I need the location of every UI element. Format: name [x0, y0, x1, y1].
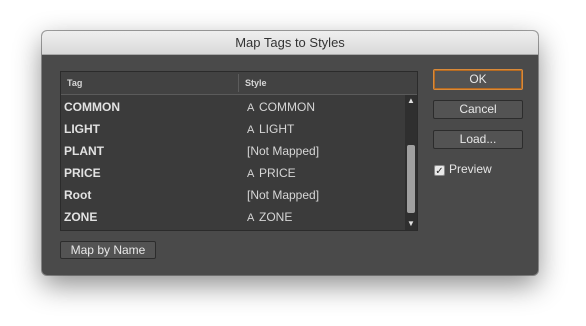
tag-style-list: Tag Style COMMON A COMMON LIGHT A LIGHT PL…	[60, 71, 418, 231]
column-header-tag[interactable]: Tag	[67, 72, 82, 94]
tag-name: COMMON	[64, 100, 120, 114]
title-bar[interactable]: Map Tags to Styles	[42, 31, 538, 55]
style-dropdown[interactable]: A ZONE	[247, 206, 292, 229]
dialog-title: Map Tags to Styles	[235, 35, 345, 50]
paragraph-style-icon: A	[247, 168, 255, 180]
paragraph-style-icon: A	[247, 212, 255, 224]
preview-label: Preview	[449, 162, 492, 176]
style-dropdown[interactable]: [Not Mapped]	[247, 184, 319, 206]
list-rows: COMMON A COMMON LIGHT A LIGHT PLANT [Not M…	[61, 95, 405, 229]
style-dropdown[interactable]: A COMMON	[247, 96, 315, 119]
list-scrollbar[interactable]: ▲ ▼	[405, 95, 417, 230]
style-name: [Not Mapped]	[247, 188, 320, 202]
list-item[interactable]: Root [Not Mapped]	[61, 184, 405, 206]
preview-checkbox[interactable]: ✓ Preview	[434, 161, 492, 177]
style-name: [Not Mapped]	[247, 144, 320, 158]
scroll-down-arrow-icon[interactable]: ▼	[405, 218, 417, 230]
map-by-name-button[interactable]: Map by Name	[60, 241, 156, 259]
load-button[interactable]: Load...	[433, 130, 523, 149]
scroll-up-arrow-icon[interactable]: ▲	[405, 95, 417, 107]
column-divider[interactable]	[238, 74, 239, 92]
tag-name: PLANT	[64, 144, 104, 158]
map-tags-to-styles-dialog: Map Tags to Styles Tag Style COMMON A COM…	[42, 31, 538, 275]
list-item[interactable]: LIGHT A LIGHT	[61, 118, 405, 140]
list-header: Tag Style	[61, 72, 417, 95]
tag-name: LIGHT	[64, 122, 100, 136]
style-dropdown[interactable]: A PRICE	[247, 162, 296, 185]
style-name: PRICE	[259, 166, 296, 180]
paragraph-style-icon: A	[247, 102, 255, 114]
style-dropdown[interactable]: A LIGHT	[247, 118, 294, 141]
style-name: ZONE	[259, 210, 293, 224]
style-dropdown[interactable]: [Not Mapped]	[247, 140, 319, 162]
list-item[interactable]: PLANT [Not Mapped]	[61, 140, 405, 162]
scroll-thumb[interactable]	[407, 145, 415, 213]
ok-button[interactable]: OK	[433, 69, 523, 90]
list-item[interactable]: PRICE A PRICE	[61, 162, 405, 184]
paragraph-style-icon: A	[247, 124, 255, 136]
checkmark-icon[interactable]: ✓	[434, 165, 445, 177]
column-header-style[interactable]: Style	[245, 72, 267, 94]
style-name: COMMON	[259, 100, 315, 114]
tag-name: ZONE	[64, 210, 98, 224]
style-name: LIGHT	[259, 122, 295, 136]
tag-name: Root	[64, 188, 92, 202]
cancel-button[interactable]: Cancel	[433, 100, 523, 119]
list-item[interactable]: COMMON A COMMON	[61, 96, 405, 118]
tag-name: PRICE	[64, 166, 101, 180]
list-item[interactable]: ZONE A ZONE	[61, 206, 405, 228]
